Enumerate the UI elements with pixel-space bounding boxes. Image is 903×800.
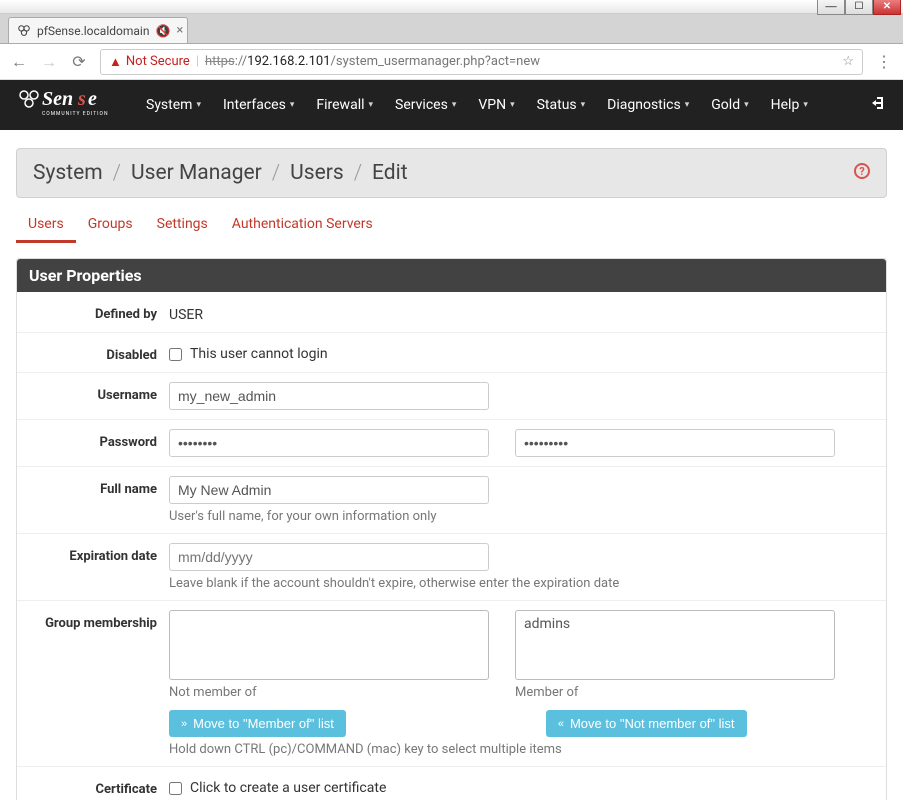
chevron-right-icon: » bbox=[181, 718, 187, 730]
username-label: Username bbox=[29, 382, 169, 403]
browser-menu-icon[interactable]: ⋮ bbox=[875, 52, 893, 71]
nav-item-firewall[interactable]: Firewall ▾ bbox=[306, 83, 383, 127]
window-maximize-button[interactable] bbox=[845, 0, 873, 15]
certificate-checkbox[interactable] bbox=[169, 782, 182, 795]
window-close-button[interactable] bbox=[873, 0, 901, 15]
member-of-list[interactable]: admins bbox=[515, 610, 835, 680]
disabled-label: Disabled bbox=[29, 342, 169, 363]
user-properties-panel: User Properties Defined by USER Disabled… bbox=[16, 258, 887, 800]
expiration-input[interactable] bbox=[169, 543, 489, 571]
breadcrumb-user-manager[interactable]: User Manager bbox=[131, 161, 262, 185]
svg-text:Sen: Sen bbox=[42, 88, 73, 110]
defined-by-value: USER bbox=[169, 301, 874, 323]
tab-title: pfSense.localdomain bbox=[37, 24, 149, 38]
browser-tabstrip: pfSense.localdomain 🔇 × bbox=[0, 14, 903, 44]
nav-item-interfaces[interactable]: Interfaces ▾ bbox=[213, 83, 304, 127]
certificate-text: Click to create a user certificate bbox=[190, 780, 386, 796]
window-titlebar bbox=[0, 0, 903, 14]
nav-item-gold[interactable]: Gold ▾ bbox=[701, 83, 758, 127]
svg-text:?: ? bbox=[859, 165, 865, 178]
not-secure-warning: ▲ Not Secure bbox=[109, 54, 190, 70]
nav-item-vpn[interactable]: VPN ▾ bbox=[468, 83, 524, 127]
subtab-authentication-servers[interactable]: Authentication Servers bbox=[220, 208, 385, 243]
page-header: System/User Manager/Users/Edit ? bbox=[16, 148, 887, 198]
address-bar[interactable]: ▲ Not Secure | https://192.168.2.101/sys… bbox=[100, 49, 863, 75]
caret-down-icon: ▾ bbox=[369, 100, 374, 110]
fullname-input[interactable] bbox=[169, 476, 489, 504]
password-confirm-input[interactable] bbox=[515, 429, 835, 457]
logout-icon[interactable] bbox=[871, 95, 887, 115]
nav-item-services[interactable]: Services ▾ bbox=[385, 83, 466, 127]
breadcrumb-system[interactable]: System bbox=[33, 161, 103, 185]
url-protocol: https bbox=[205, 54, 235, 69]
breadcrumb-edit: Edit bbox=[372, 161, 408, 185]
group-option[interactable]: admins bbox=[520, 615, 830, 633]
nav-item-diagnostics[interactable]: Diagnostics ▾ bbox=[597, 83, 699, 127]
password-label: Password bbox=[29, 429, 169, 450]
chevron-left-icon: « bbox=[558, 718, 564, 730]
caret-down-icon: ▾ bbox=[290, 100, 295, 110]
password-input[interactable] bbox=[169, 429, 489, 457]
nav-item-status[interactable]: Status ▾ bbox=[527, 83, 596, 127]
reload-button[interactable]: ⟳ bbox=[70, 52, 88, 71]
caret-down-icon: ▾ bbox=[685, 100, 690, 110]
help-icon[interactable]: ? bbox=[854, 163, 870, 183]
move-to-member-button[interactable]: »Move to "Member of" list bbox=[169, 710, 346, 737]
certificate-label: Certificate bbox=[29, 776, 169, 797]
tab-close-icon[interactable]: × bbox=[176, 23, 183, 38]
caret-down-icon: ▾ bbox=[581, 100, 586, 110]
svg-text:e: e bbox=[88, 88, 97, 110]
nav-item-help[interactable]: Help ▾ bbox=[761, 83, 818, 127]
subtab-groups[interactable]: Groups bbox=[76, 208, 145, 243]
caret-down-icon: ▾ bbox=[803, 100, 808, 110]
back-button[interactable]: ← bbox=[10, 52, 28, 72]
expiration-label: Expiration date bbox=[29, 543, 169, 564]
caret-down-icon: ▾ bbox=[744, 100, 749, 110]
caret-down-icon: ▾ bbox=[196, 100, 201, 110]
svg-text:s: s bbox=[77, 88, 86, 110]
breadcrumb-users[interactable]: Users bbox=[290, 161, 344, 185]
browser-tab[interactable]: pfSense.localdomain 🔇 × bbox=[8, 17, 188, 43]
caret-down-icon: ▾ bbox=[510, 100, 515, 110]
member-of-label: Member of bbox=[515, 685, 835, 700]
subtab-bar: UsersGroupsSettingsAuthentication Server… bbox=[16, 208, 887, 244]
group-help: Hold down CTRL (pc)/COMMAND (mac) key to… bbox=[169, 742, 874, 757]
nav-item-system[interactable]: System ▾ bbox=[136, 83, 211, 127]
group-membership-label: Group membership bbox=[29, 610, 169, 631]
panel-title: User Properties bbox=[17, 259, 886, 292]
caret-down-icon: ▾ bbox=[452, 100, 457, 110]
disabled-checkbox[interactable] bbox=[169, 348, 182, 361]
browser-toolbar: ← → ⟳ ▲ Not Secure | https://192.168.2.1… bbox=[0, 44, 903, 80]
subtab-users[interactable]: Users bbox=[16, 208, 76, 243]
fullname-label: Full name bbox=[29, 476, 169, 497]
pfsense-favicon bbox=[17, 24, 31, 38]
url-path: /system_usermanager.php?act=new bbox=[331, 54, 541, 69]
defined-by-label: Defined by bbox=[29, 301, 169, 322]
window-minimize-button[interactable] bbox=[817, 0, 845, 15]
url-host: 192.168.2.101 bbox=[247, 54, 330, 69]
move-to-not-member-button[interactable]: «Move to "Not member of" list bbox=[546, 710, 747, 737]
bookmark-icon[interactable]: ☆ bbox=[842, 54, 854, 69]
not-member-of-list[interactable] bbox=[169, 610, 489, 680]
disabled-text: This user cannot login bbox=[190, 346, 328, 362]
warning-icon: ▲ bbox=[109, 54, 122, 70]
tab-mute-icon: 🔇 bbox=[155, 24, 170, 38]
not-member-of-label: Not member of bbox=[169, 685, 489, 700]
username-input[interactable] bbox=[169, 382, 489, 410]
svg-text:COMMUNITY EDITION: COMMUNITY EDITION bbox=[42, 111, 109, 117]
pfsense-logo[interactable]: Sen s e COMMUNITY EDITION bbox=[16, 87, 116, 123]
subtab-settings[interactable]: Settings bbox=[145, 208, 220, 243]
fullname-help: User's full name, for your own informati… bbox=[169, 509, 874, 524]
expiration-help: Leave blank if the account shouldn't exp… bbox=[169, 576, 874, 591]
forward-button[interactable]: → bbox=[40, 52, 58, 72]
pfsense-navbar: Sen s e COMMUNITY EDITION System ▾Interf… bbox=[0, 80, 903, 130]
